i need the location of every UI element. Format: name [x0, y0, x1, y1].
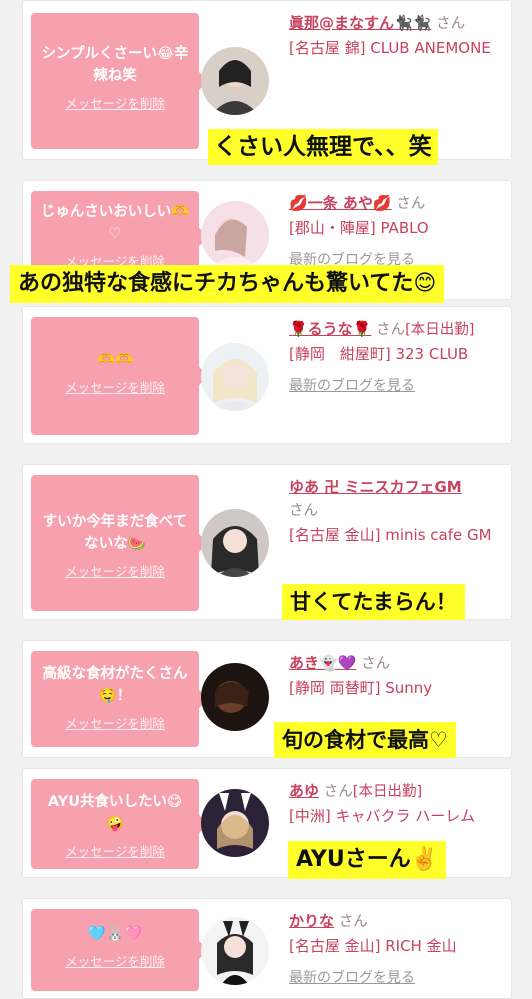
- caption-overlay: 甘くてたまらん！: [282, 584, 465, 620]
- message-text: AYU共食いしたい😋🤪: [47, 794, 183, 832]
- delete-message-link[interactable]: メッセージを削除: [39, 377, 191, 396]
- attendance-status: [本日出勤]: [405, 322, 475, 338]
- cast-info: あゆ さん[本日出勤] [中洲] キャバクラ ハーレム: [289, 779, 507, 828]
- delete-message-link[interactable]: メッセージを削除: [39, 93, 191, 112]
- honorific: さん: [289, 503, 318, 519]
- cast-info: ゆあ 卍 ミニスカフェGM さん [名古屋 金山] minis cafe GM: [289, 475, 507, 547]
- message-card: 🫶🫶 メッセージを削除 🌹るうな🌹 さん[本日出勤] [静岡 紺屋町] 323 …: [22, 306, 512, 444]
- message-bubble: 🩵🐰🩷 メッセージを削除: [31, 909, 209, 991]
- avatar[interactable]: [201, 509, 269, 577]
- cast-name-link[interactable]: あゆ: [289, 782, 319, 800]
- honorific: さん: [396, 196, 426, 212]
- delete-message-link[interactable]: メッセージを削除: [39, 713, 191, 732]
- honorific: さん: [323, 784, 353, 800]
- cast-name-link[interactable]: 💋一条 あや💋: [289, 194, 392, 212]
- message-text: 🩵🐰🩷: [87, 926, 143, 942]
- caption-overlay: くさい人無理で、、笑: [208, 129, 438, 165]
- cast-name-link[interactable]: ゆあ 卍 ミニスカフェGM: [289, 478, 462, 496]
- cast-name-link[interactable]: 眞那@まなすん🐈‍⬛🐈‍⬛: [289, 14, 431, 32]
- avatar[interactable]: [201, 201, 269, 269]
- delete-message-link[interactable]: メッセージを削除: [39, 951, 191, 970]
- avatar[interactable]: [201, 917, 269, 985]
- cast-info: かりな さん [名古屋 金山] RICH 金山 最新のブログを見る: [289, 909, 507, 990]
- message-card: 🩵🐰🩷 メッセージを削除 かりな さん [名古屋 金山] RICH 金山 最新の…: [22, 898, 512, 999]
- honorific: さん: [376, 322, 406, 338]
- message-bubble: 🫶🫶 メッセージを削除: [31, 317, 209, 435]
- message-text: シンプルくさーい😂辛辣ね笑: [41, 46, 189, 84]
- message-text: 🫶🫶: [96, 352, 134, 368]
- avatar[interactable]: [201, 343, 269, 411]
- shop-name: [静岡 両替町] Sunny: [289, 679, 433, 697]
- shop-name: [中洲] キャバクラ ハーレム: [289, 807, 475, 825]
- shop-name: [名古屋 金山] RICH 金山: [289, 937, 457, 955]
- delete-message-link[interactable]: メッセージを削除: [39, 561, 191, 580]
- message-bubble: 高級な食材がたくさん🤤！ メッセージを削除: [31, 651, 209, 747]
- honorific: さん: [361, 656, 391, 672]
- avatar[interactable]: [201, 47, 269, 115]
- shop-name: [名古屋 金山] minis cafe GM: [289, 526, 492, 544]
- honorific: さん: [338, 914, 368, 930]
- message-bubble: AYU共食いしたい😋🤪 メッセージを削除: [31, 779, 209, 869]
- cast-info: あき👻💜 さん [静岡 両替町] Sunny: [289, 651, 507, 700]
- shop-name: [郡山・陣屋] PABLO: [289, 219, 429, 237]
- shop-name: [静岡 紺屋町] 323 CLUB: [289, 345, 469, 363]
- avatar[interactable]: [201, 789, 269, 857]
- cast-name-link[interactable]: 🌹るうな🌹: [289, 320, 371, 338]
- shop-name: [名古屋 錦] CLUB ANEMONE: [289, 39, 491, 57]
- message-bubble: すいか今年まだ食べてないな🍉 メッセージを削除: [31, 475, 209, 611]
- cast-info: 眞那@まなすん🐈‍⬛🐈‍⬛ さん [名古屋 錦] CLUB ANEMONE: [289, 11, 507, 60]
- attendance-status: [本日出勤]: [352, 784, 423, 800]
- honorific: さん: [436, 16, 466, 32]
- cast-name-link[interactable]: かりな: [289, 912, 334, 930]
- caption-overlay: AYUさーん✌️: [288, 841, 447, 879]
- message-text: すいか今年まだ食べてないな🍉: [42, 514, 188, 552]
- message-text: 高級な食材がたくさん🤤！: [42, 666, 188, 704]
- caption-overlay: 旬の食材で最高♡: [274, 722, 456, 758]
- cast-info: 💋一条 あや💋 さん [郡山・陣屋] PABLO 最新のブログを見る: [289, 191, 507, 272]
- message-text: じゅんさいおいしい🫶♡: [40, 204, 190, 242]
- message-bubble: シンプルくさーい😂辛辣ね笑 メッセージを削除: [31, 13, 209, 149]
- blog-link[interactable]: 最新のブログを見る: [289, 966, 507, 990]
- cast-name-link[interactable]: あき👻💜: [289, 654, 356, 672]
- blog-link[interactable]: 最新のブログを見る: [289, 374, 507, 398]
- cast-info: 🌹るうな🌹 さん[本日出勤] [静岡 紺屋町] 323 CLUB 最新のブログを…: [289, 317, 507, 398]
- delete-message-link[interactable]: メッセージを削除: [39, 841, 191, 860]
- avatar[interactable]: [201, 663, 269, 731]
- caption-overlay: あの独特な食感にチカちゃんも驚いてた😊: [10, 265, 445, 303]
